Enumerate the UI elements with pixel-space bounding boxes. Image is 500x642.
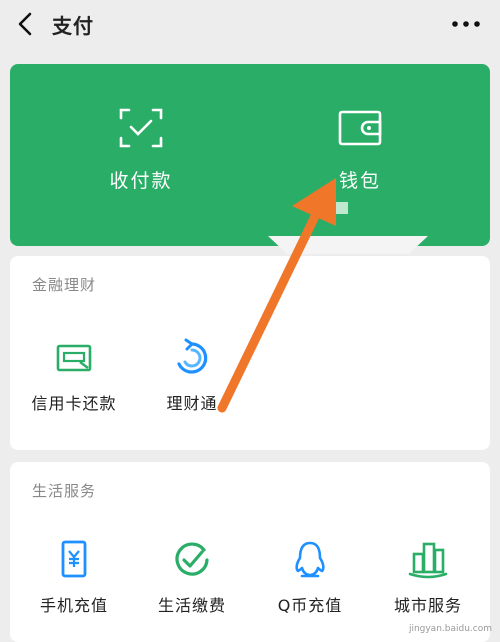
watermark-text: jingyan.baidu.com: [408, 624, 492, 634]
phone-yen-icon: [61, 540, 87, 578]
page-title: 支付: [52, 14, 94, 38]
city-services-label: 城市服务: [393, 596, 462, 615]
top-bar: 支付: [0, 0, 500, 48]
mobile-recharge-label: 手机充值: [39, 596, 108, 615]
qcoin-recharge-button[interactable]: Q币充值: [250, 538, 370, 616]
wallet-icon: [338, 110, 382, 146]
utility-payment-button[interactable]: 生活缴费: [132, 538, 252, 616]
check-circle-icon: [175, 542, 209, 576]
finance-section-title: 金融理财: [32, 276, 97, 294]
decorative-square: [336, 202, 348, 214]
scan-check-icon: [119, 108, 163, 148]
qcoin-recharge-label: Q币充值: [277, 596, 343, 615]
card-notch: [268, 236, 428, 254]
wallet-button[interactable]: 钱包: [290, 108, 430, 218]
back-icon[interactable]: [12, 10, 40, 38]
mobile-recharge-button[interactable]: 手机充值: [14, 538, 134, 616]
finance-section: 金融理财 信用卡还款 理财通: [10, 256, 490, 450]
penguin-icon: [295, 541, 325, 578]
life-services-section: 生活服务 手机充值 生活缴费 Q币充值 城市服务: [10, 462, 490, 642]
credit-card-repay-label: 信用卡还款: [31, 394, 117, 413]
more-options-icon[interactable]: [450, 12, 482, 36]
credit-card-icon: [56, 344, 92, 372]
city-buildings-icon: [408, 542, 448, 579]
receive-pay-label: 收付款: [109, 170, 173, 192]
finance-swirl-icon: [177, 338, 208, 374]
utility-payment-label: 生活缴费: [157, 596, 226, 615]
licaitong-label: 理财通: [166, 394, 218, 413]
licaitong-button[interactable]: 理财通: [132, 336, 252, 414]
wallet-label: 钱包: [338, 170, 381, 192]
receive-pay-button[interactable]: 收付款: [71, 108, 211, 218]
city-services-button[interactable]: 城市服务: [368, 538, 488, 616]
credit-card-repay-button[interactable]: 信用卡还款: [14, 336, 134, 414]
payment-card: 收付款 钱包: [10, 64, 490, 246]
life-services-section-title: 生活服务: [32, 482, 97, 500]
